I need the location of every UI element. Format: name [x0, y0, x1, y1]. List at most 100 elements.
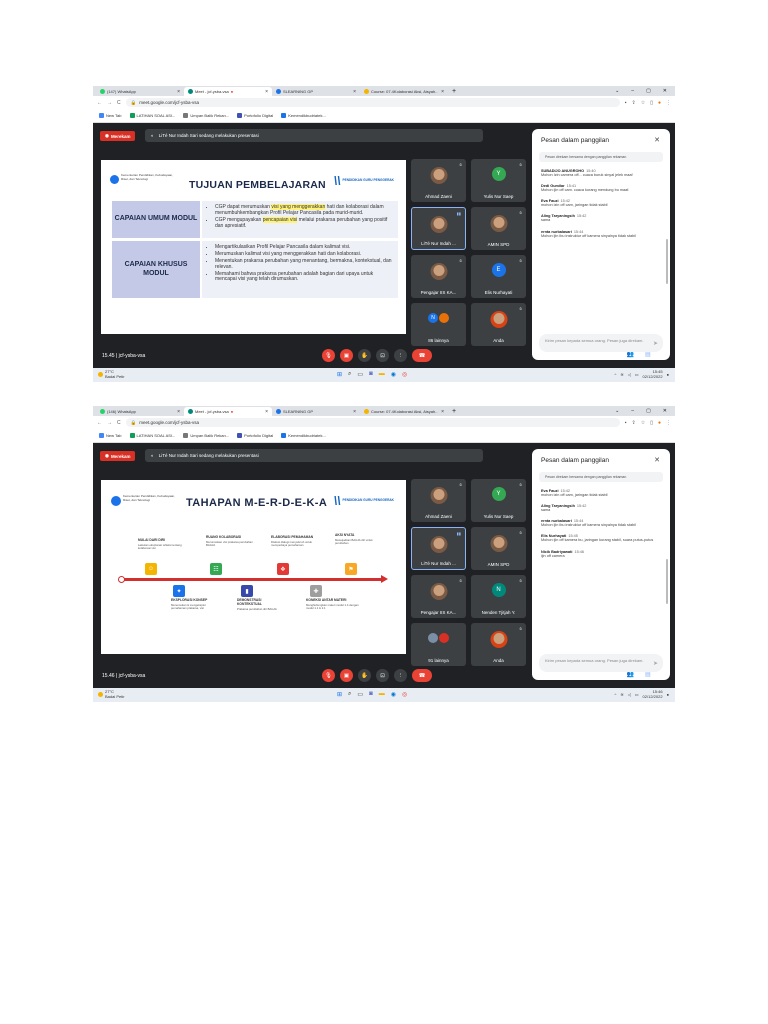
raise-hand-button[interactable]: ✋ [358, 669, 371, 682]
weather-widget[interactable]: 27°C Badai Petir [98, 369, 125, 380]
bookmark-umpan[interactable]: Umpan Balik Rekan... [183, 433, 229, 438]
reload-icon[interactable]: C [117, 100, 121, 106]
present-button[interactable]: ⊡ [376, 669, 389, 682]
new-tab-button[interactable]: + [448, 407, 460, 416]
star-icon[interactable]: ☆ [641, 420, 645, 426]
close-icon[interactable]: ✕ [654, 456, 660, 464]
star-icon[interactable]: ☆ [641, 100, 645, 106]
others-tile[interactable]: 91 lainnya [411, 623, 466, 666]
participant-tile[interactable]: ⦸ E Elis Nurhayati [471, 255, 526, 298]
participant-tile[interactable]: ⦸ Y Yulis Nur Saep [471, 479, 526, 522]
tab-slearning[interactable]: SLEARNING GP × [272, 87, 360, 96]
menu-icon[interactable]: ⋮ [666, 100, 671, 106]
taskbar-clock[interactable]: 15:46 02/12/2022 [643, 689, 663, 700]
tab-course[interactable]: Course: 07.4Kolaborasi Aksi, Aisyah.. × [360, 87, 448, 96]
notification-icon[interactable]: ● [667, 372, 669, 377]
notification-icon[interactable]: ● [667, 692, 669, 697]
chat-icon[interactable]: ▤ [645, 671, 651, 680]
search-icon[interactable]: ⌕ [348, 371, 351, 378]
chevron-up-icon[interactable]: ^ [614, 692, 616, 697]
forward-icon[interactable]: → [107, 420, 112, 426]
more-options-button[interactable]: ⋮ [394, 349, 407, 362]
maximize-icon[interactable]: ▢ [646, 407, 651, 416]
weather-widget[interactable]: 27°C Badai Petir [98, 689, 125, 700]
windows-start-icon[interactable]: ⊞ [337, 691, 342, 698]
close-icon[interactable]: × [177, 409, 180, 415]
tab-meet[interactable]: Meet - jcf-ysba-vsa ● × [184, 87, 272, 96]
volume-icon[interactable]: ◁ [628, 692, 631, 697]
more-options-button[interactable]: ⋮ [394, 669, 407, 682]
chat-scrollbar[interactable] [666, 239, 668, 284]
participant-tile[interactable]: ⦸ Ahmad Zaeni [411, 159, 466, 202]
self-tile[interactable]: ⦸ Anda [471, 303, 526, 346]
edge-icon[interactable]: ◉ [391, 691, 396, 698]
chat-icon[interactable]: ▤ [645, 351, 651, 360]
folder-icon[interactable]: ▬ [379, 691, 385, 698]
back-icon[interactable]: ← [97, 100, 102, 106]
activities-icon[interactable]: ⟁ [662, 351, 667, 360]
close-window-icon[interactable]: ✕ [663, 407, 667, 416]
activities-icon[interactable]: ⟁ [662, 671, 667, 680]
url-field[interactable]: 🔒 meet.google.com/jcf-ysba-vsa [125, 98, 620, 107]
minimize-icon[interactable]: – [631, 407, 634, 416]
participant-tile[interactable]: ⦸ Pengajar IIS KA... [411, 255, 466, 298]
battery-icon[interactable]: ▭ [635, 372, 639, 377]
info-icon[interactable]: ⓘ [609, 351, 615, 360]
camera-off-button[interactable]: ▣ [340, 349, 353, 362]
windows-start-icon[interactable]: ⊞ [337, 371, 342, 378]
bookmark-portofolio[interactable]: Portofolio Digital [237, 113, 273, 118]
chrome-icon[interactable]: ◎ [402, 371, 407, 378]
participant-tile[interactable]: ⦸ Ahmad Zaeni [411, 479, 466, 522]
profile-avatar[interactable]: ● [658, 420, 661, 426]
close-icon[interactable]: × [441, 409, 444, 415]
profile-avatar[interactable]: ● [658, 100, 661, 106]
participant-tile[interactable]: ⦸ Pengajar IIS KA... [411, 575, 466, 618]
tab-course[interactable]: Course: 07.4Kolaborasi Aksi, Aisyah.. × [360, 407, 448, 416]
chrome-icon[interactable]: ◎ [402, 691, 407, 698]
people-icon[interactable]: 👥 [626, 671, 633, 680]
bookmark-portofolio[interactable]: Portofolio Digital [237, 433, 273, 438]
others-tile[interactable]: N 86 lainnya [411, 303, 466, 346]
url-field[interactable]: 🔒 meet.google.com/jcf-ysba-vsa [125, 418, 620, 427]
menu-icon[interactable]: ⋮ [666, 420, 671, 426]
participant-tile-speaking[interactable]: ▮▮ LiTé Nur Indah ... [411, 527, 466, 570]
participant-tile[interactable]: ⦸ AMIN SPD [471, 207, 526, 250]
chat-app-icon[interactable]: ◙ [369, 691, 373, 698]
mic-off-button[interactable]: 🎙 [322, 349, 335, 362]
bookmark-kemendikbud[interactable]: Kemendikbudriatek... [281, 433, 326, 438]
new-tab-button[interactable]: + [448, 87, 460, 96]
close-window-icon[interactable]: ✕ [663, 87, 667, 96]
self-tile[interactable]: ⦸ Anda [471, 623, 526, 666]
close-icon[interactable]: × [441, 89, 444, 95]
battery-icon[interactable]: ▭ [635, 692, 639, 697]
bookmark-umpan[interactable]: Umpan Balik Rekan... [183, 113, 229, 118]
close-icon[interactable]: × [265, 89, 268, 95]
participant-tile-speaking[interactable]: ▮▮ LiTé Nur Indah ... [411, 207, 466, 250]
tab-whatsapp[interactable]: (146) WhatsApp × [96, 407, 184, 416]
bookmark-latihan[interactable]: LATIHAN SOAL ASI... [129, 113, 175, 118]
participant-tile[interactable]: ⦸ N Nenden Tjitjah Y. [471, 575, 526, 618]
bookmark-latihan[interactable]: LATIHAN SOAL ASI... [129, 433, 175, 438]
raise-hand-button[interactable]: ✋ [358, 349, 371, 362]
edge-icon[interactable]: ◉ [391, 371, 396, 378]
chevron-down-icon[interactable]: ⌄ [615, 87, 619, 96]
info-icon[interactable]: ⓘ [609, 671, 615, 680]
taskbar-clock[interactable]: 15:45 02/12/2022 [643, 369, 663, 380]
participant-tile[interactable]: ⦸ Y Yulis Nur Saep [471, 159, 526, 202]
task-view-icon[interactable]: ▭ [357, 691, 363, 698]
camera-icon[interactable]: ▪ [625, 100, 627, 106]
chat-scrollbar[interactable] [666, 559, 668, 604]
people-icon[interactable]: 👥 [626, 351, 633, 360]
share-icon[interactable]: ⇪ [632, 100, 636, 106]
end-call-button[interactable]: ☎ [412, 349, 432, 362]
reload-icon[interactable]: C [117, 420, 121, 426]
bookmark-new-tab[interactable]: New Tab [99, 433, 122, 438]
chevron-down-icon[interactable]: ⌄ [615, 407, 619, 416]
minimize-icon[interactable]: – [631, 87, 634, 96]
chevron-up-icon[interactable]: ^ [614, 372, 616, 377]
tab-slearning[interactable]: SLEARNING GP × [272, 407, 360, 416]
share-icon[interactable]: ⇪ [632, 420, 636, 426]
close-icon[interactable]: ✕ [654, 136, 660, 144]
bookmark-new-tab[interactable]: New Tab [99, 113, 122, 118]
tab-meet[interactable]: Meet - jcf-ysba-vsa ● × [184, 407, 272, 416]
